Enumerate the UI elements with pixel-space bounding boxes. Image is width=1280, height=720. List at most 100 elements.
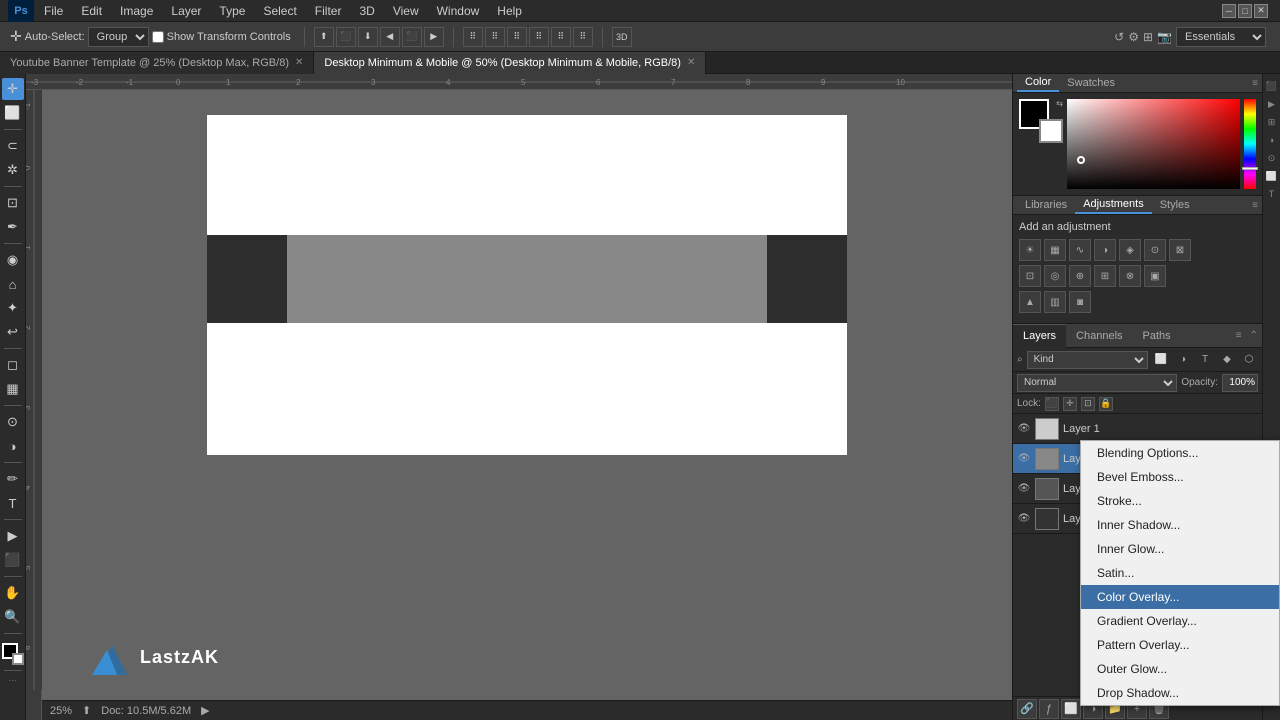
hue-strip[interactable]: [1244, 99, 1256, 189]
tab-adjustments[interactable]: Adjustments: [1075, 196, 1152, 214]
layer-mask-button[interactable]: ⬜: [1061, 699, 1081, 719]
menu-view[interactable]: View: [385, 2, 427, 20]
satin-item[interactable]: Satin...: [1081, 561, 1279, 585]
menu-filter[interactable]: Filter: [307, 2, 350, 20]
tab-youtube-close[interactable]: ✕: [295, 57, 303, 68]
link-layers-button[interactable]: 🔗: [1017, 699, 1037, 719]
marquee-tool-button[interactable]: ⬜: [2, 102, 24, 124]
auto-select-dropdown[interactable]: Group Layer: [88, 27, 149, 47]
side-icon-6[interactable]: ⬜: [1264, 168, 1280, 184]
align-bottom-button[interactable]: ⬇: [358, 27, 378, 47]
color-panel-menu[interactable]: ≡: [1252, 78, 1258, 89]
menu-3d[interactable]: 3D: [351, 2, 382, 20]
layer-eye-icon[interactable]: 👁: [1017, 452, 1031, 466]
curves-icon[interactable]: ∿: [1069, 239, 1091, 261]
layer-eye-icon[interactable]: 👁: [1017, 482, 1031, 496]
shape-tool-button[interactable]: ⬛: [2, 549, 24, 571]
type-filter-icon[interactable]: T: [1196, 351, 1214, 369]
blend-mode-dropdown[interactable]: Normal Multiply Screen Overlay: [1017, 374, 1177, 392]
side-icon-1[interactable]: ⬛: [1264, 78, 1280, 94]
exposure-icon[interactable]: ◑: [1094, 239, 1116, 261]
kind-dropdown[interactable]: Kind: [1027, 351, 1148, 369]
tab-styles[interactable]: Styles: [1152, 197, 1198, 213]
canvas-area[interactable]: LastzAK 25% ⬆ Doc: 10.5M/5.62M ▶: [42, 90, 1012, 720]
menu-edit[interactable]: Edit: [73, 2, 110, 20]
menu-window[interactable]: Window: [429, 2, 488, 20]
move-tool-button[interactable]: ✛: [2, 78, 24, 100]
transform-controls-checkbox[interactable]: [152, 31, 164, 43]
tab-paths[interactable]: Paths: [1133, 324, 1181, 348]
stroke-item[interactable]: Stroke...: [1081, 489, 1279, 513]
color-background[interactable]: [1039, 119, 1063, 143]
layers-panel-collapse[interactable]: ⌃: [1246, 330, 1262, 341]
side-icon-4[interactable]: ◑: [1264, 132, 1280, 148]
inner-glow-item[interactable]: Inner Glow...: [1081, 537, 1279, 561]
align-top-button[interactable]: ⬆: [314, 27, 334, 47]
inner-shadow-item[interactable]: Inner Shadow...: [1081, 513, 1279, 537]
bevel-emboss-item[interactable]: Bevel Emboss...: [1081, 465, 1279, 489]
crop-tool-button[interactable]: ⊡: [2, 192, 24, 214]
healing-brush-button[interactable]: ◉: [2, 249, 24, 271]
lock-pixels-button[interactable]: ⬛: [1045, 397, 1059, 411]
gradient-tool-button[interactable]: ▦: [2, 378, 24, 400]
eraser-button[interactable]: ◻: [2, 354, 24, 376]
menu-file[interactable]: File: [36, 2, 71, 20]
distribute-button6[interactable]: ⠿: [573, 27, 593, 47]
eyedropper-button[interactable]: ✒: [2, 216, 24, 238]
side-icon-5[interactable]: ⊙: [1264, 150, 1280, 166]
lock-artboard-button[interactable]: ⊡: [1081, 397, 1095, 411]
hand-tool-button[interactable]: ✋: [2, 582, 24, 604]
pixel-filter-icon[interactable]: ⬜: [1152, 351, 1170, 369]
tab-layers[interactable]: Layers: [1013, 324, 1066, 348]
maximize-button[interactable]: □: [1238, 4, 1252, 18]
selectivecolor-icon[interactable]: ◙: [1069, 291, 1091, 313]
brightness-icon[interactable]: ☀: [1019, 239, 1041, 261]
colorbalance-icon[interactable]: ⊠: [1169, 239, 1191, 261]
layer-eye-icon[interactable]: 👁: [1017, 512, 1031, 526]
opacity-input[interactable]: [1222, 374, 1258, 392]
lock-position-button[interactable]: ✛: [1063, 397, 1077, 411]
color-overlay-item[interactable]: Color Overlay...: [1081, 585, 1279, 609]
smart-filter-icon[interactable]: ⬡: [1240, 351, 1258, 369]
menu-help[interactable]: Help: [489, 2, 530, 20]
background-color[interactable]: [12, 653, 24, 665]
gradient-overlay-item[interactable]: Gradient Overlay...: [1081, 609, 1279, 633]
distribute-button4[interactable]: ⠿: [529, 27, 549, 47]
side-icon-2[interactable]: ▶: [1264, 96, 1280, 112]
quick-select-button[interactable]: ✲: [2, 159, 24, 181]
drop-shadow-item[interactable]: Drop Shadow...: [1081, 681, 1279, 705]
blending-options-item[interactable]: Blending Options...: [1081, 441, 1279, 465]
settings-icon[interactable]: ⚙: [1128, 30, 1139, 44]
levels-icon[interactable]: ▦: [1044, 239, 1066, 261]
bwmix-icon[interactable]: ⊡: [1019, 265, 1041, 287]
dodge-tool-button[interactable]: ◑: [2, 435, 24, 457]
align-vcenter-button[interactable]: ⬛: [336, 27, 356, 47]
tab-desktop-close[interactable]: ✕: [687, 57, 695, 68]
menu-layer[interactable]: Layer: [163, 2, 209, 20]
vibrance-icon[interactable]: ◈: [1119, 239, 1141, 261]
fg-bg-colors[interactable]: [2, 643, 24, 665]
distribute-button5[interactable]: ⠿: [551, 27, 571, 47]
history-brush-button[interactable]: ↩: [2, 321, 24, 343]
color-switch-icon[interactable]: ⇆: [1056, 99, 1063, 108]
camera-icon[interactable]: 📷: [1157, 30, 1172, 44]
workspace-dropdown[interactable]: Essentials: [1176, 27, 1266, 47]
pattern-overlay-item[interactable]: Pattern Overlay...: [1081, 633, 1279, 657]
color-fg-bg[interactable]: ⇆: [1019, 99, 1063, 143]
align-left-button[interactable]: ◀: [380, 27, 400, 47]
lasso-tool-button[interactable]: ⊂: [2, 135, 24, 157]
layers-panel-menu[interactable]: ≡: [1232, 330, 1246, 341]
menu-type[interactable]: Type: [211, 2, 253, 20]
close-button[interactable]: ✕: [1254, 4, 1268, 18]
pen-tool-button[interactable]: ✏: [2, 468, 24, 490]
channelmix-icon[interactable]: ⊕: [1069, 265, 1091, 287]
menu-image[interactable]: Image: [112, 2, 161, 20]
tab-color[interactable]: Color: [1017, 74, 1059, 92]
minimize-button[interactable]: ─: [1222, 4, 1236, 18]
distribute-button3[interactable]: ⠿: [507, 27, 527, 47]
outer-glow-item[interactable]: Outer Glow...: [1081, 657, 1279, 681]
posterize-icon[interactable]: ▣: [1144, 265, 1166, 287]
layer-eye-icon[interactable]: 👁: [1017, 422, 1031, 436]
threshold-icon[interactable]: ▲: [1019, 291, 1041, 313]
invert-icon[interactable]: ⊗: [1119, 265, 1141, 287]
